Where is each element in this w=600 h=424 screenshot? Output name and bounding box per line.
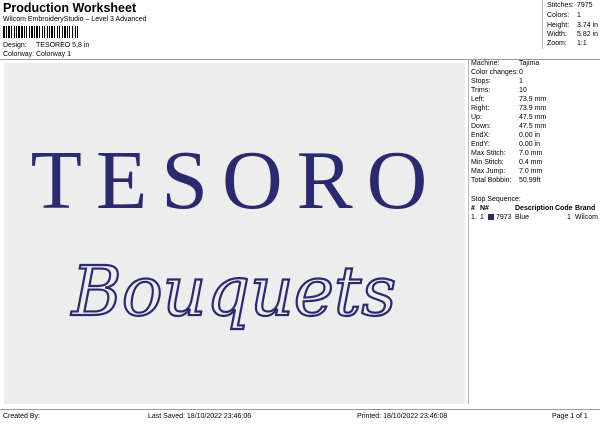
height-label: Height: [547,22,570,29]
stat-value: 0.4 mm [519,159,543,166]
row-index: 1. [471,214,477,221]
row-code: 1 [567,214,571,221]
page-number: Page 1 of 1 [552,413,588,420]
artwork-line-bouquets: Bouquets [70,253,397,332]
stat-value: 0 [519,69,523,76]
embroidery-artwork: TESORO Bouquets [31,134,442,333]
header-stats-box: Stitches: 7975 Colors: 1 Height: 3.74 in… [542,0,600,49]
stat-value: 50.99ft [519,177,541,184]
stat-value: 47.5 mm [519,114,547,121]
created-by: Created By: [3,413,40,420]
stat-label: Down: [471,123,491,130]
stitches-label: Stitches: [547,2,574,9]
stat-label: Max Jump: [471,168,506,175]
last-saved: Last Saved: 18/10/2022 23:46:06 [148,413,252,420]
stitches-value: 7975 [577,2,593,9]
footer-divider [0,409,600,410]
row-brand: Wilcom [575,214,598,221]
zoom-value: 1:1 [577,40,587,47]
stat-label: Left: [471,96,485,103]
design-preview: TESORO Bouquets [4,63,465,404]
zoom-label: Zoom: [547,40,567,47]
barcode [3,26,129,38]
stat-label: EndX: [471,132,491,139]
artwork-line-tesoro: TESORO [31,134,442,227]
col-description: Description [515,205,554,212]
row-thread-number: 7973 [496,214,512,221]
stat-label: Stops: [471,78,491,85]
col-code: Code [555,205,573,212]
stat-label: Trims: [471,87,491,94]
stat-value: 0.00 in [519,132,541,139]
col-brand: Brand [575,205,596,212]
stat-value: Tajima [519,60,540,67]
stat-value: 73.9 mm [519,105,547,112]
stat-label: Min Stitch: [471,159,504,166]
stat-value: 10 [519,87,527,94]
page-title: Production Worksheet [3,1,137,15]
stitch-stats-panel: Machine: Tajima Color changes: 0 Stops: … [468,59,600,404]
stat-label: EndY: [471,141,490,148]
col-needle: N# [480,205,489,212]
stat-value: 73.9 mm [519,96,547,103]
col-index: # [471,205,475,212]
colorway-label: Colorway: [3,51,35,58]
stat-label: Total Bobbin: [471,177,512,184]
width-value: 5.82 in [577,31,599,38]
stat-value: 47.5 mm [519,123,547,130]
stat-value: 7.0 mm [519,168,543,175]
stat-value: 1 [519,78,523,85]
software-name: Wilcom EmbroideryStudio – Level 3 Advanc… [3,16,147,23]
barcode-bar [78,26,80,38]
stat-value: 7.0 mm [519,150,543,157]
colors-label: Colors: [547,12,570,19]
stat-label: Up: [471,114,482,121]
colorway-value: Colorway 1 [36,51,72,58]
thread-color-swatch [488,214,494,220]
stat-label: Color changes: [471,69,519,76]
stat-label: Right: [471,105,490,112]
height-value: 3.74 in [577,22,599,29]
stat-label: Max Stitch: [471,150,506,157]
colors-value: 1 [577,12,581,19]
design-value: TESOREO 5,8 in [36,42,90,49]
row-needle: 1 [480,214,484,221]
printed-date: Printed: 18/10/2022 23:46:08 [357,413,448,420]
stop-sequence-heading: Stop Sequence: [471,196,521,203]
stat-label: Machine: [471,60,500,67]
width-label: Width: [547,31,567,38]
stat-value: 0.00 in [519,141,541,148]
row-description: Blue [515,214,530,221]
design-label: Design: [3,42,27,49]
